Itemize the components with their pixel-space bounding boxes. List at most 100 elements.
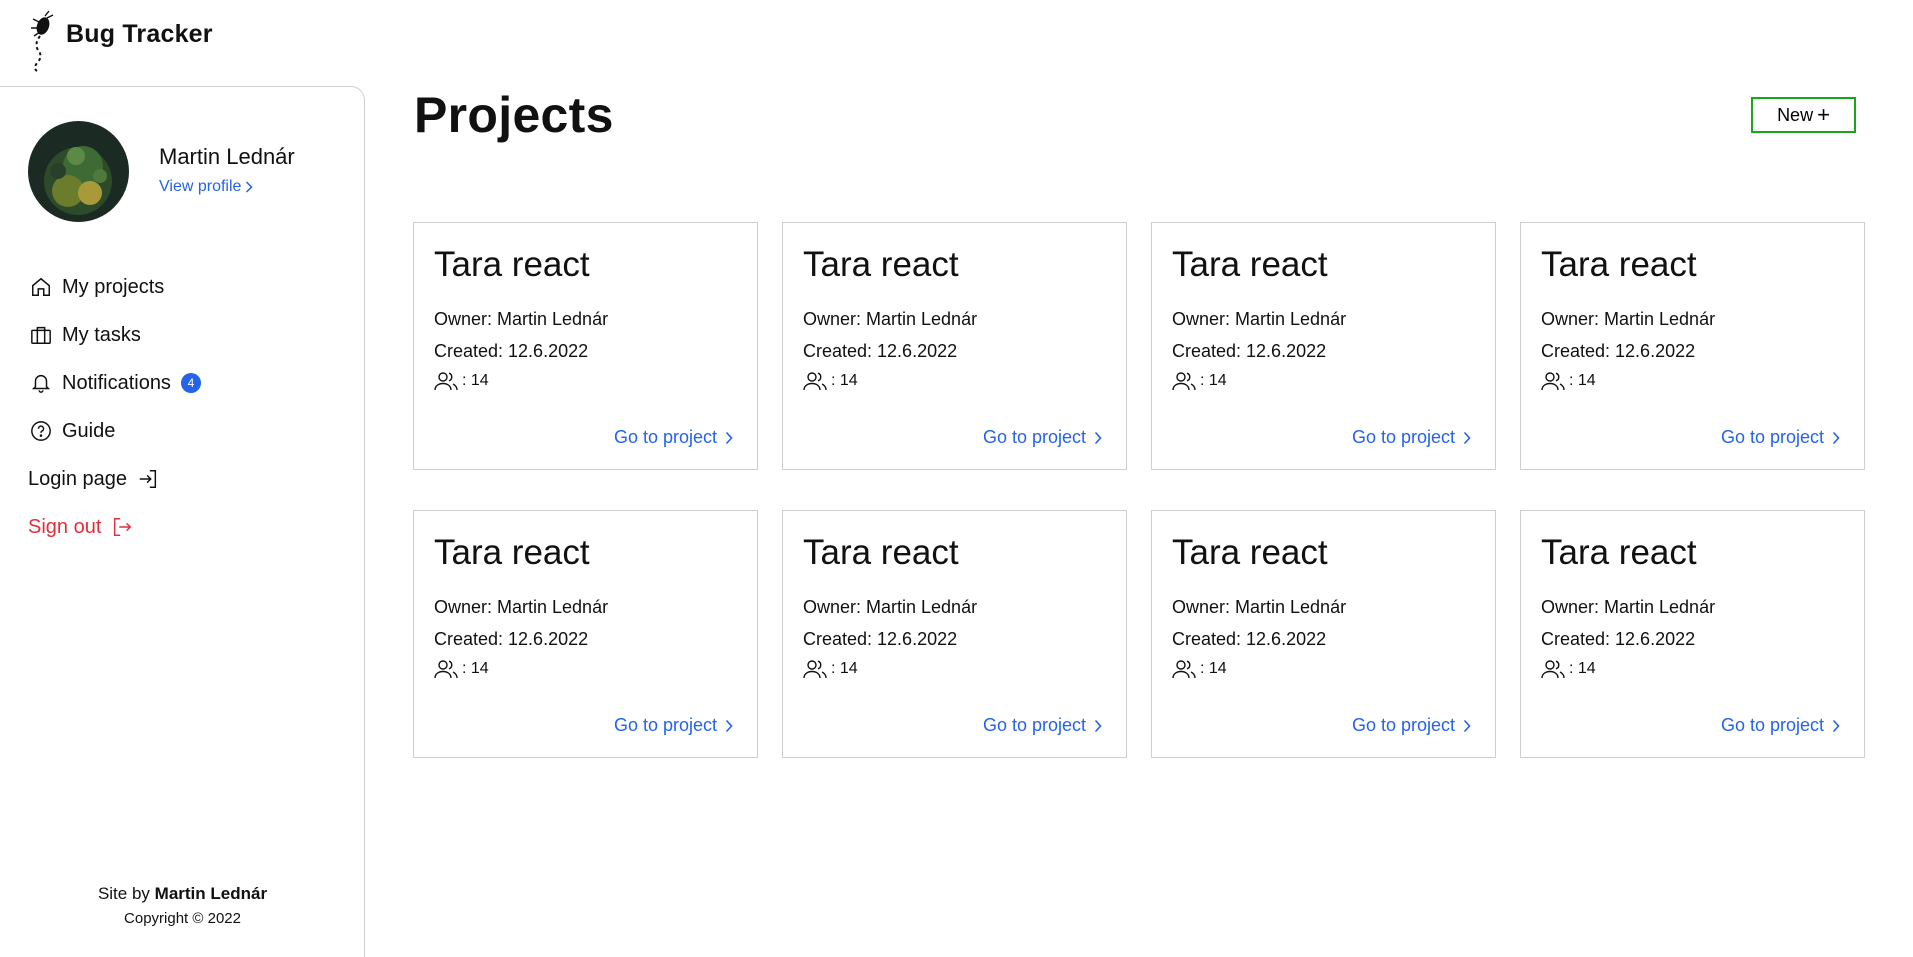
project-members: : 14 — [434, 659, 489, 679]
chevron-right-icon — [1832, 431, 1840, 444]
users-icon — [1541, 372, 1565, 391]
go-to-project-link[interactable]: Go to project — [1352, 427, 1471, 448]
project-owner: Owner: Martin Lednár — [1172, 597, 1347, 617]
login-page-label: Login page — [28, 467, 127, 490]
member-count: : 14 — [462, 372, 489, 389]
go-to-project-link[interactable]: Go to project — [1721, 715, 1840, 736]
users-icon — [1541, 660, 1565, 679]
copyright-text: Copyright © 2022 — [124, 910, 241, 927]
sidebar-item-my-projects[interactable]: My projects — [28, 263, 201, 311]
go-to-project-label: Go to project — [982, 427, 1086, 447]
project-card: Tara react Owner: Martin Lednár Created:… — [1520, 222, 1865, 470]
project-owner: Owner: Martin Lednár — [434, 309, 609, 329]
sidebar-item-sign-out[interactable]: Sign out — [28, 503, 201, 551]
project-card: Tara react Owner: Martin Lednár Created:… — [413, 222, 758, 470]
go-to-project-link[interactable]: Go to project — [614, 427, 733, 448]
users-icon — [434, 660, 458, 679]
go-to-project-link[interactable]: Go to project — [983, 715, 1102, 736]
go-to-project-link[interactable]: Go to project — [983, 427, 1102, 448]
project-created: Created: 12.6.2022 — [1541, 341, 1696, 361]
sidebar-item-guide[interactable]: Guide — [28, 407, 201, 455]
project-members: : 14 — [1541, 371, 1596, 391]
project-members: : 14 — [803, 371, 858, 391]
project-name: Tara react — [803, 533, 959, 572]
go-to-project-label: Go to project — [1351, 715, 1455, 735]
profile-name: Martin Lednár — [159, 143, 295, 169]
project-members: : 14 — [1541, 659, 1596, 679]
project-members: : 14 — [1172, 659, 1227, 679]
login-icon — [137, 468, 159, 490]
chevron-right-icon — [1094, 431, 1102, 444]
project-owner: Owner: Martin Lednár — [803, 309, 978, 329]
profile-card: Martin Lednár View profile — [28, 121, 295, 222]
avatar[interactable] — [28, 121, 129, 222]
projects-grid: Tara react Owner: Martin Lednár Created:… — [413, 222, 1865, 758]
member-count: : 14 — [831, 372, 858, 389]
site-author: Martin Lednár — [154, 884, 268, 903]
go-to-project-label: Go to project — [982, 715, 1086, 735]
new-button-label: New — [1777, 104, 1814, 125]
member-count: : 14 — [1569, 660, 1596, 677]
project-created: Created: 12.6.2022 — [1172, 629, 1327, 649]
sidebar-item-label: My projects — [62, 275, 165, 298]
view-profile-label: View profile — [159, 177, 242, 195]
go-to-project-link[interactable]: Go to project — [614, 715, 733, 736]
sidebar-item-notifications[interactable]: Notifications 4 — [28, 359, 201, 407]
member-count: : 14 — [462, 660, 489, 677]
sidebar-item-label: My tasks — [62, 323, 141, 346]
go-to-project-link[interactable]: Go to project — [1721, 427, 1840, 448]
member-count: : 14 — [1200, 660, 1227, 677]
app-logo[interactable]: Bug Tracker — [26, 10, 213, 74]
member-count: : 14 — [1200, 372, 1227, 389]
sign-out-label: Sign out — [28, 515, 102, 538]
project-owner: Owner: Martin Lednár — [1541, 597, 1716, 617]
go-to-project-label: Go to project — [613, 715, 717, 735]
sidebar: Martin Lednár View profile My projects M… — [0, 86, 365, 957]
project-members: : 14 — [434, 371, 489, 391]
notification-count-badge: 4 — [180, 373, 201, 393]
briefcase-icon — [28, 322, 54, 348]
project-card: Tara react Owner: Martin Lednár Created:… — [413, 510, 758, 758]
view-profile-link[interactable]: View profile — [159, 178, 253, 196]
sidebar-item-label: Notifications — [62, 371, 171, 394]
app-title: Bug Tracker — [66, 19, 213, 48]
users-icon — [1172, 660, 1196, 679]
project-owner: Owner: Martin Lednár — [1172, 309, 1347, 329]
chevron-right-icon — [1463, 719, 1471, 732]
project-name: Tara react — [1541, 245, 1697, 284]
project-name: Tara react — [1541, 533, 1697, 572]
project-name: Tara react — [434, 245, 590, 284]
new-project-button[interactable]: New + — [1751, 97, 1856, 133]
sidebar-nav: My projects My tasks Notifications 4 Gui… — [28, 263, 201, 551]
go-to-project-label: Go to project — [1720, 715, 1824, 735]
project-name: Tara react — [803, 245, 959, 284]
home-icon — [28, 274, 54, 300]
plus-icon: + — [1817, 102, 1830, 127]
go-to-project-label: Go to project — [613, 427, 717, 447]
sidebar-item-my-tasks[interactable]: My tasks — [28, 311, 201, 359]
users-icon — [434, 372, 458, 391]
sidebar-footer: Site by Martin Lednár Copyright © 2022 — [0, 884, 365, 927]
project-card: Tara react Owner: Martin Lednár Created:… — [1151, 222, 1496, 470]
bell-icon — [28, 370, 54, 396]
project-name: Tara react — [1172, 533, 1328, 572]
chevron-right-icon — [246, 180, 253, 193]
project-card: Tara react Owner: Martin Lednár Created:… — [782, 510, 1127, 758]
chevron-right-icon — [725, 719, 733, 732]
chevron-right-icon — [1094, 719, 1102, 732]
go-to-project-link[interactable]: Go to project — [1352, 715, 1471, 736]
member-count: : 14 — [831, 660, 858, 677]
project-created: Created: 12.6.2022 — [803, 341, 958, 361]
sidebar-item-label: Guide — [62, 419, 116, 442]
page-title: Projects — [414, 87, 614, 143]
site-credit: Site by Martin Lednár — [0, 884, 365, 904]
users-icon — [1172, 372, 1196, 391]
top-bar: Bug Tracker — [0, 0, 1913, 86]
users-icon — [803, 372, 827, 391]
sidebar-item-login-page[interactable]: Login page — [28, 455, 201, 503]
project-owner: Owner: Martin Lednár — [803, 597, 978, 617]
project-card: Tara react Owner: Martin Lednár Created:… — [1520, 510, 1865, 758]
project-created: Created: 12.6.2022 — [803, 629, 958, 649]
users-icon — [803, 660, 827, 679]
project-created: Created: 12.6.2022 — [434, 629, 589, 649]
